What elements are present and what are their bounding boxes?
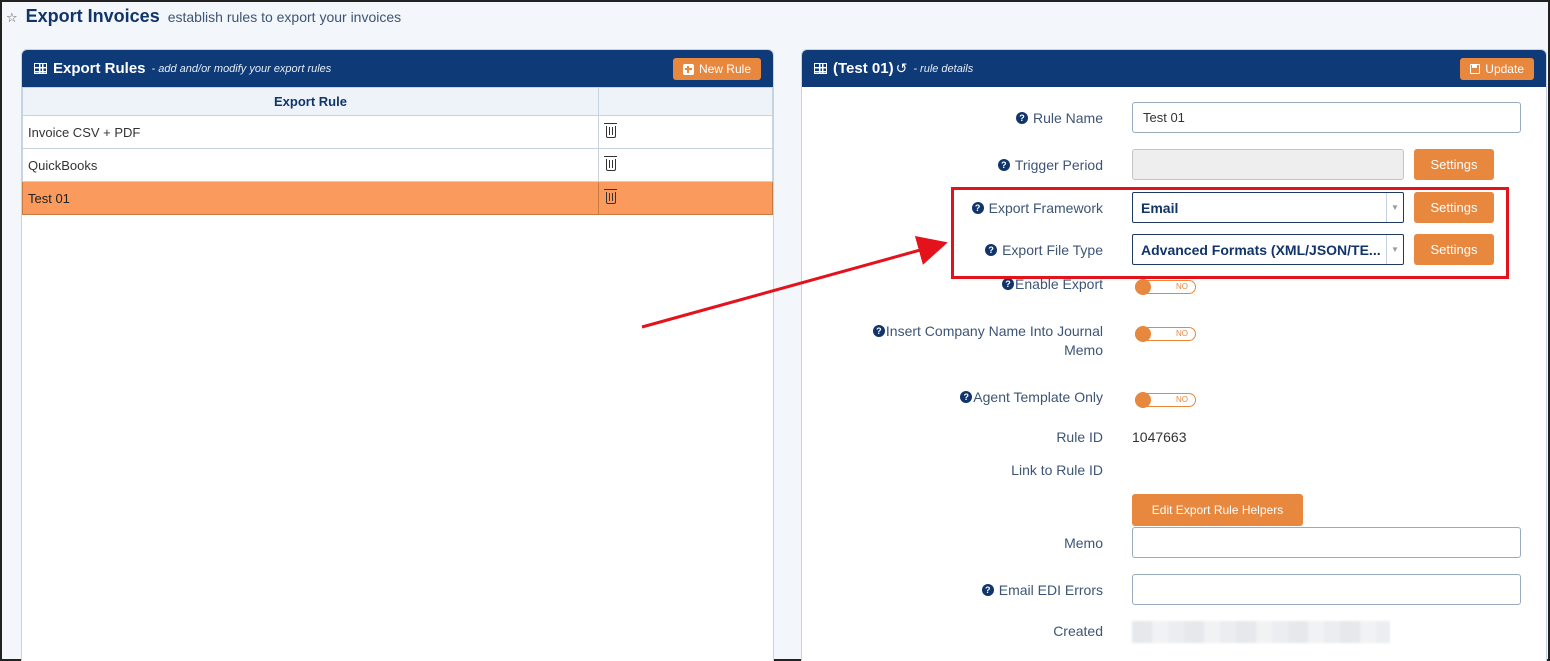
help-icon[interactable]: ? [997, 159, 1010, 171]
export-file-type-label: ? Export File Type [985, 242, 1103, 258]
update-button[interactable]: Update [1460, 58, 1534, 80]
new-rule-button[interactable]: New Rule [672, 58, 761, 80]
history-icon[interactable]: ↺ [896, 60, 908, 77]
help-icon[interactable]: ? [971, 202, 984, 214]
insert-company-name-label: ? Insert Company Name Into Journal Memo [872, 323, 1103, 358]
new-rule-label: New Rule [698, 62, 751, 76]
export-rules-table: Export Rule Invoice CSV + PDF QuickBooks… [22, 87, 773, 215]
help-icon[interactable]: ? [1015, 112, 1028, 124]
rule-details-subtitle: - rule details [913, 62, 974, 75]
insert-company-name-toggle[interactable]: NO [1135, 326, 1196, 342]
rule-name-cell[interactable]: QuickBooks [22, 148, 599, 182]
agent-template-toggle[interactable]: NO [1135, 392, 1196, 408]
created-label: Created [1053, 623, 1103, 639]
column-header-export-rule[interactable]: Export Rule [22, 87, 599, 116]
dropdown-caret-icon[interactable]: ▼ [1386, 235, 1403, 264]
table-row[interactable]: Invoice CSV + PDF [22, 115, 773, 149]
update-label: Update [1485, 62, 1524, 76]
trash-icon[interactable] [604, 155, 617, 171]
page-subtitle: establish rules to export your invoices [167, 9, 402, 25]
trash-icon[interactable] [604, 122, 617, 138]
agent-template-label: ? Agent Template Only [960, 389, 1103, 405]
export-framework-label: ? Export Framework [971, 200, 1103, 216]
help-icon[interactable]: ? [1002, 278, 1015, 290]
toggle-knob [1135, 392, 1151, 408]
trash-icon[interactable] [604, 188, 617, 204]
toggle-knob [1135, 279, 1151, 295]
export-rules-subtitle: - add and/or modify your export rules [151, 62, 332, 75]
export-rules-panel: Export Rules - add and/or modify your ex… [21, 49, 774, 661]
created-value-redacted [1132, 621, 1390, 643]
save-icon [1470, 64, 1481, 74]
dropdown-caret-icon[interactable]: ▼ [1386, 193, 1403, 222]
enable-export-toggle[interactable]: NO [1135, 279, 1196, 295]
email-edi-errors-input[interactable] [1132, 574, 1521, 605]
export-file-type-select[interactable]: Advanced Formats (XML/JSON/TE... ▼ [1132, 234, 1404, 265]
export-rules-panel-header: Export Rules - add and/or modify your ex… [22, 50, 773, 87]
email-edi-errors-label: ? Email EDI Errors [981, 582, 1103, 598]
export-rules-title: Export Rules [53, 60, 146, 77]
enable-export-label: ? Enable Export [1002, 276, 1103, 292]
trigger-period-settings-button[interactable]: Settings [1414, 149, 1494, 180]
rule-name-input[interactable]: Test 01 [1132, 102, 1521, 133]
export-framework-select[interactable]: Email ▼ [1132, 192, 1404, 223]
toggle-knob [1135, 326, 1151, 342]
table-icon [814, 63, 827, 74]
page-title: Export Invoices [25, 6, 160, 26]
rule-id-label: Rule ID [1056, 429, 1103, 445]
rule-name-cell[interactable]: Invoice CSV + PDF [22, 115, 599, 149]
trigger-period-input [1132, 149, 1404, 180]
help-icon[interactable]: ? [960, 391, 973, 403]
help-icon[interactable]: ? [872, 325, 885, 337]
rule-details-panel-header: (Test 01) ↺ - rule details Update [802, 50, 1546, 87]
export-file-type-settings-button[interactable]: Settings [1414, 234, 1494, 265]
table-row[interactable]: QuickBooks [22, 148, 773, 182]
edit-export-rule-helpers-button[interactable]: Edit Export Rule Helpers [1132, 494, 1303, 526]
memo-input[interactable] [1132, 527, 1521, 558]
star-icon[interactable]: ☆ [6, 10, 18, 26]
rule-details-title: (Test 01) [833, 60, 894, 77]
memo-label: Memo [1064, 535, 1103, 551]
page-header: ☆ Export Invoices establish rules to exp… [6, 6, 401, 27]
rule-id-value: 1047663 [1132, 429, 1187, 445]
plus-icon [682, 63, 694, 75]
help-icon[interactable]: ? [985, 244, 998, 256]
export-framework-settings-button[interactable]: Settings [1414, 192, 1494, 223]
help-icon[interactable]: ? [981, 584, 994, 596]
table-icon [34, 63, 47, 74]
rule-details-panel: (Test 01) ↺ - rule details Update ? Rule… [801, 49, 1547, 661]
rule-name-label: ? Rule Name [1015, 110, 1103, 126]
table-row-selected[interactable]: Test 01 [22, 181, 773, 215]
column-header-actions [598, 87, 773, 116]
rule-name-cell[interactable]: Test 01 [22, 181, 599, 215]
link-rule-id-label: Link to Rule ID [1011, 462, 1103, 478]
trigger-period-label: ? Trigger Period [997, 157, 1103, 173]
